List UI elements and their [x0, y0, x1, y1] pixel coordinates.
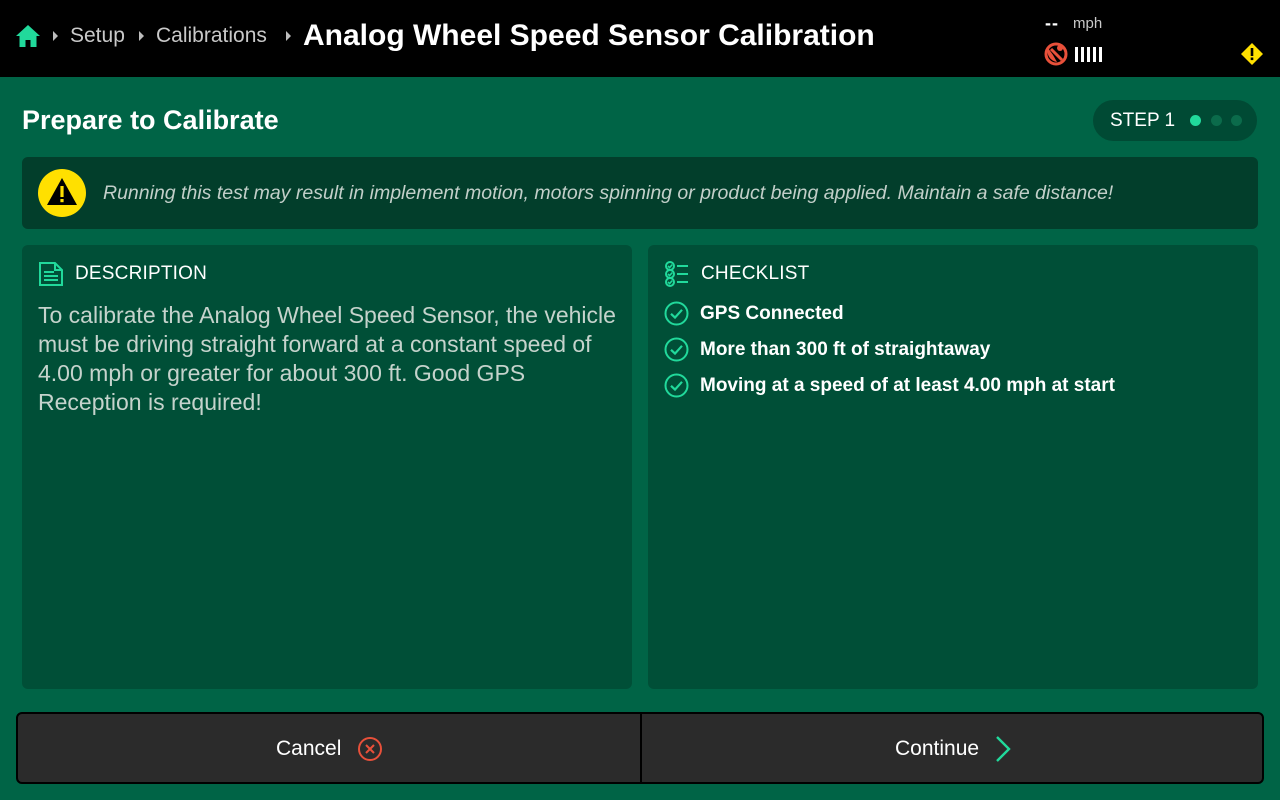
warning-diamond-icon[interactable] [1240, 42, 1264, 66]
step-dot [1211, 115, 1222, 126]
checklist-item-label: GPS Connected [700, 303, 844, 324]
speed-unit: mph [1073, 15, 1103, 32]
checklist-item: GPS Connected [664, 301, 1244, 327]
checklist-item: Moving at a speed of at least 4.00 mph a… [664, 373, 1244, 399]
step-label: STEP 1 [1110, 110, 1176, 131]
top-bar: Setup Calibrations Analog Wheel Speed Se… [0, 0, 1280, 77]
checklist-item-label: More than 300 ft of straightaway [700, 339, 991, 360]
page-title: Analog Wheel Speed Sensor Calibration [303, 19, 875, 52]
step-indicator: STEP 1 [1093, 100, 1257, 141]
safety-warning-banner: Running this test may result in implemen… [22, 157, 1258, 229]
breadcrumb-calibrations[interactable]: Calibrations [156, 22, 267, 50]
checklist-panel: CHECKLIST GPS Connected More than 300 ft… [648, 245, 1258, 689]
check-circle-icon [664, 373, 689, 398]
checklist-heading: CHECKLIST [701, 263, 810, 284]
chevron-right-icon [996, 736, 1011, 762]
checklist-item-label: Moving at a speed of at least 4.00 mph a… [700, 375, 1115, 396]
chevron-right-icon [286, 31, 291, 41]
cancel-button[interactable]: Cancel [18, 714, 640, 782]
signal-bars-icon [1075, 47, 1102, 62]
check-circle-icon [664, 337, 689, 362]
home-icon[interactable] [15, 23, 41, 49]
continue-button[interactable]: Continue [642, 714, 1262, 782]
step-dot [1231, 115, 1242, 126]
warning-triangle-icon [38, 169, 86, 217]
description-heading: DESCRIPTION [75, 263, 208, 284]
check-circle-icon [664, 301, 689, 326]
description-text: To calibrate the Analog Wheel Speed Sens… [38, 302, 616, 415]
description-panel: DESCRIPTION To calibrate the Analog Whee… [22, 245, 632, 689]
speed-value: -- [1045, 13, 1059, 33]
gps-error-icon[interactable] [1042, 40, 1070, 68]
continue-button-label: Continue [895, 737, 980, 760]
step-dot-active [1190, 115, 1201, 126]
warning-text: Running this test may result in implemen… [103, 182, 1114, 204]
breadcrumb-setup[interactable]: Setup [70, 22, 125, 50]
document-icon [39, 262, 63, 286]
chevron-right-icon [139, 31, 144, 41]
checklist-item: More than 300 ft of straightaway [664, 337, 1244, 363]
action-bar: Cancel Continue [16, 712, 1264, 784]
section-title: Prepare to Calibrate [22, 105, 279, 135]
close-circle-icon [358, 737, 382, 761]
cancel-button-label: Cancel [276, 737, 342, 760]
chevron-right-icon [53, 31, 58, 41]
checklist-icon [665, 261, 688, 287]
